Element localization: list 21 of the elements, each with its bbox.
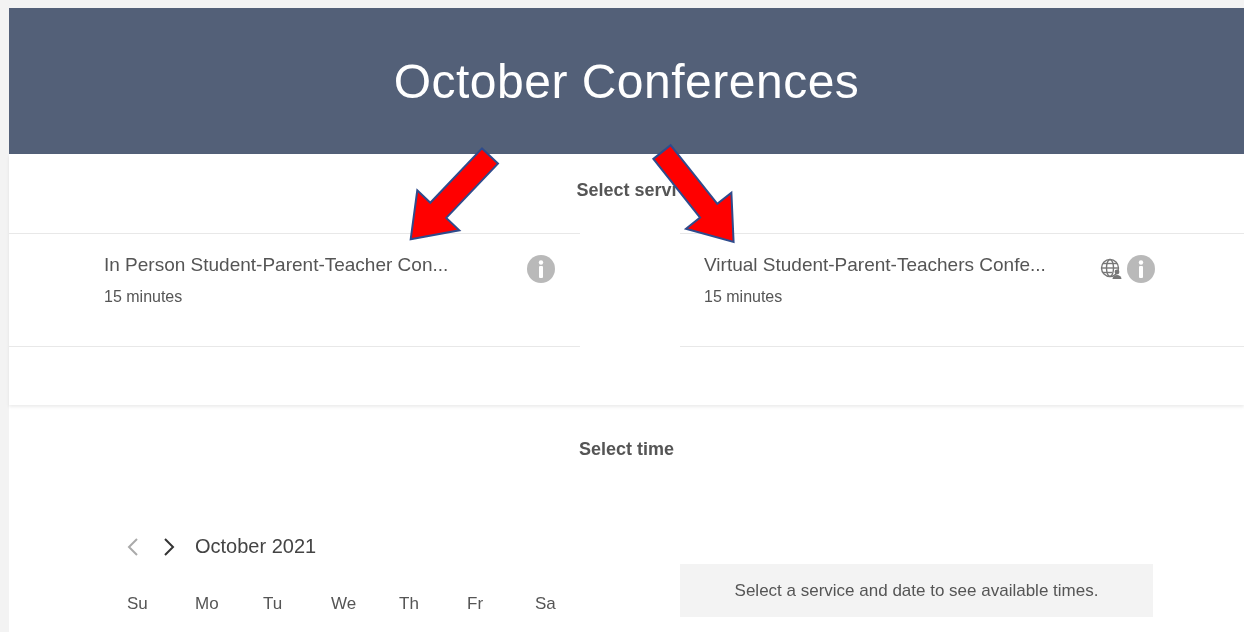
weekday-label: We [331,594,358,614]
weekday-label: Su [127,594,149,614]
service-name: Virtual Student-Parent-Teachers Confe... [704,254,1046,276]
weekday-label: Th [399,594,420,614]
month-label: October 2021 [195,535,317,558]
weekday-label: Mo [195,594,220,614]
globe-person-icon [1100,258,1122,280]
page-title: October Conferences [393,53,860,109]
availability-message: Select a service and date to see available times. [680,564,1153,617]
weekday-label: Tu [263,594,284,614]
service-duration: 15 minutes [104,288,184,306]
weekday-label: Sa [535,594,557,614]
info-icon[interactable] [526,254,556,284]
next-month-icon[interactable] [163,536,175,557]
info-icon[interactable] [1126,254,1156,284]
weekday-label: Fr [467,594,485,614]
section-heading: Select time [578,439,674,459]
service-duration: 15 minutes [704,288,784,306]
section-heading: Select servi [576,180,677,200]
service-name: In Person Student-Parent-Teacher Con... [104,254,449,276]
service-card[interactable]: In Person Student-Parent-Teacher Con... 15 minutes [9,233,580,347]
